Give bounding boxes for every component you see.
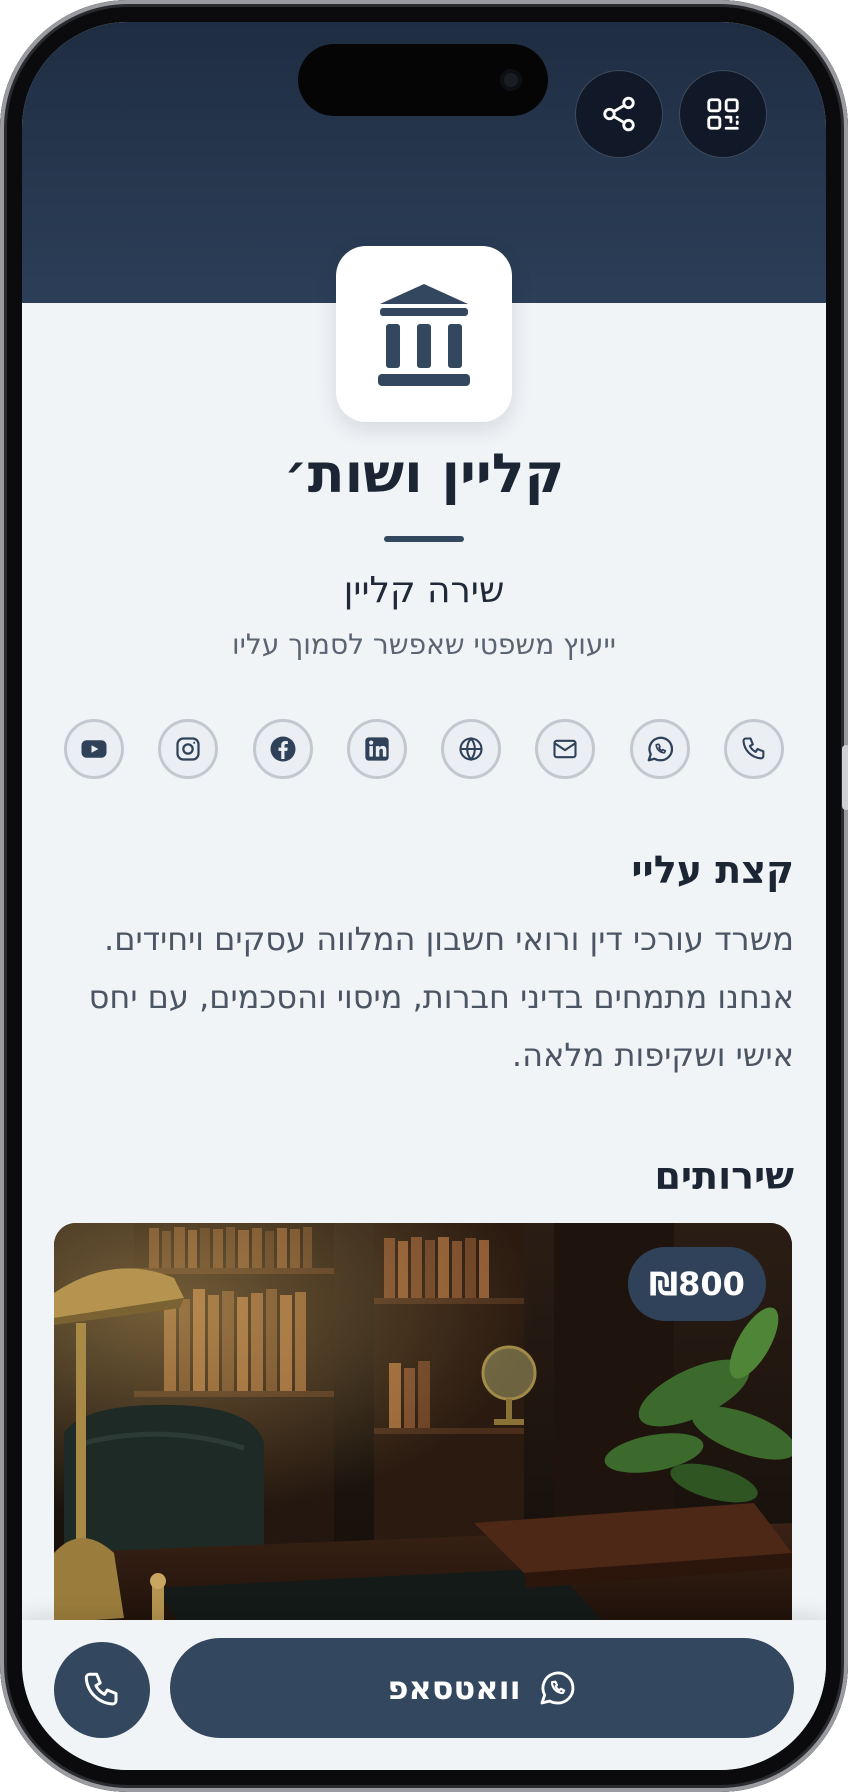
email-icon <box>553 739 577 759</box>
share-button[interactable] <box>575 70 663 158</box>
about-text: משרד עורכי דין ורואי חשבון המלווה עסקים … <box>88 920 794 1074</box>
phone-icon <box>84 1672 118 1706</box>
service-price-badge: ₪800 <box>628 1247 766 1321</box>
linkedin-icon <box>365 737 389 761</box>
instagram-icon <box>176 737 200 761</box>
facebook-icon <box>270 736 296 762</box>
call-button[interactable] <box>54 1642 150 1738</box>
dynamic-island <box>298 44 548 116</box>
whatsapp-icon <box>647 736 673 762</box>
business-name: קליין ושות׳ <box>283 442 565 505</box>
qr-code-icon <box>707 98 739 130</box>
whatsapp-link[interactable] <box>629 719 690 779</box>
qr-code-button[interactable] <box>679 70 767 158</box>
youtube-link[interactable] <box>64 719 125 779</box>
facebook-link[interactable] <box>252 719 313 779</box>
social-links <box>64 719 784 779</box>
services-title: שירותים <box>654 1154 794 1198</box>
youtube-icon <box>81 740 107 758</box>
bank-building-icon <box>378 284 470 386</box>
website-link[interactable] <box>441 719 502 779</box>
tagline: ייעוץ משפטי שאפשר לסמוך עליו <box>232 628 616 661</box>
phone-link[interactable] <box>724 719 784 779</box>
camera-dot <box>500 69 522 91</box>
screen: קליין ושות׳ שירה קליין ייעוץ משפטי שאפשר… <box>22 22 826 1770</box>
email-link[interactable] <box>535 719 596 779</box>
service-card[interactable]: ₪800 <box>54 1223 792 1643</box>
whatsapp-button[interactable]: וואטסאפ <box>170 1638 794 1738</box>
share-icon <box>603 96 635 132</box>
about-title: קצת עליי <box>631 848 794 892</box>
business-logo <box>336 246 512 422</box>
whatsapp-icon <box>540 1671 574 1705</box>
linkedin-link[interactable] <box>346 719 407 779</box>
instagram-link[interactable] <box>158 719 219 779</box>
phone-icon <box>742 737 765 760</box>
phone-frame: קליין ושות׳ שירה קליין ייעוץ משפטי שאפשר… <box>0 0 848 1792</box>
person-name: שירה קליין <box>343 570 505 611</box>
globe-icon <box>459 736 483 762</box>
title-divider <box>384 536 464 542</box>
side-button <box>842 745 848 810</box>
whatsapp-button-label: וואטסאפ <box>387 1669 521 1707</box>
